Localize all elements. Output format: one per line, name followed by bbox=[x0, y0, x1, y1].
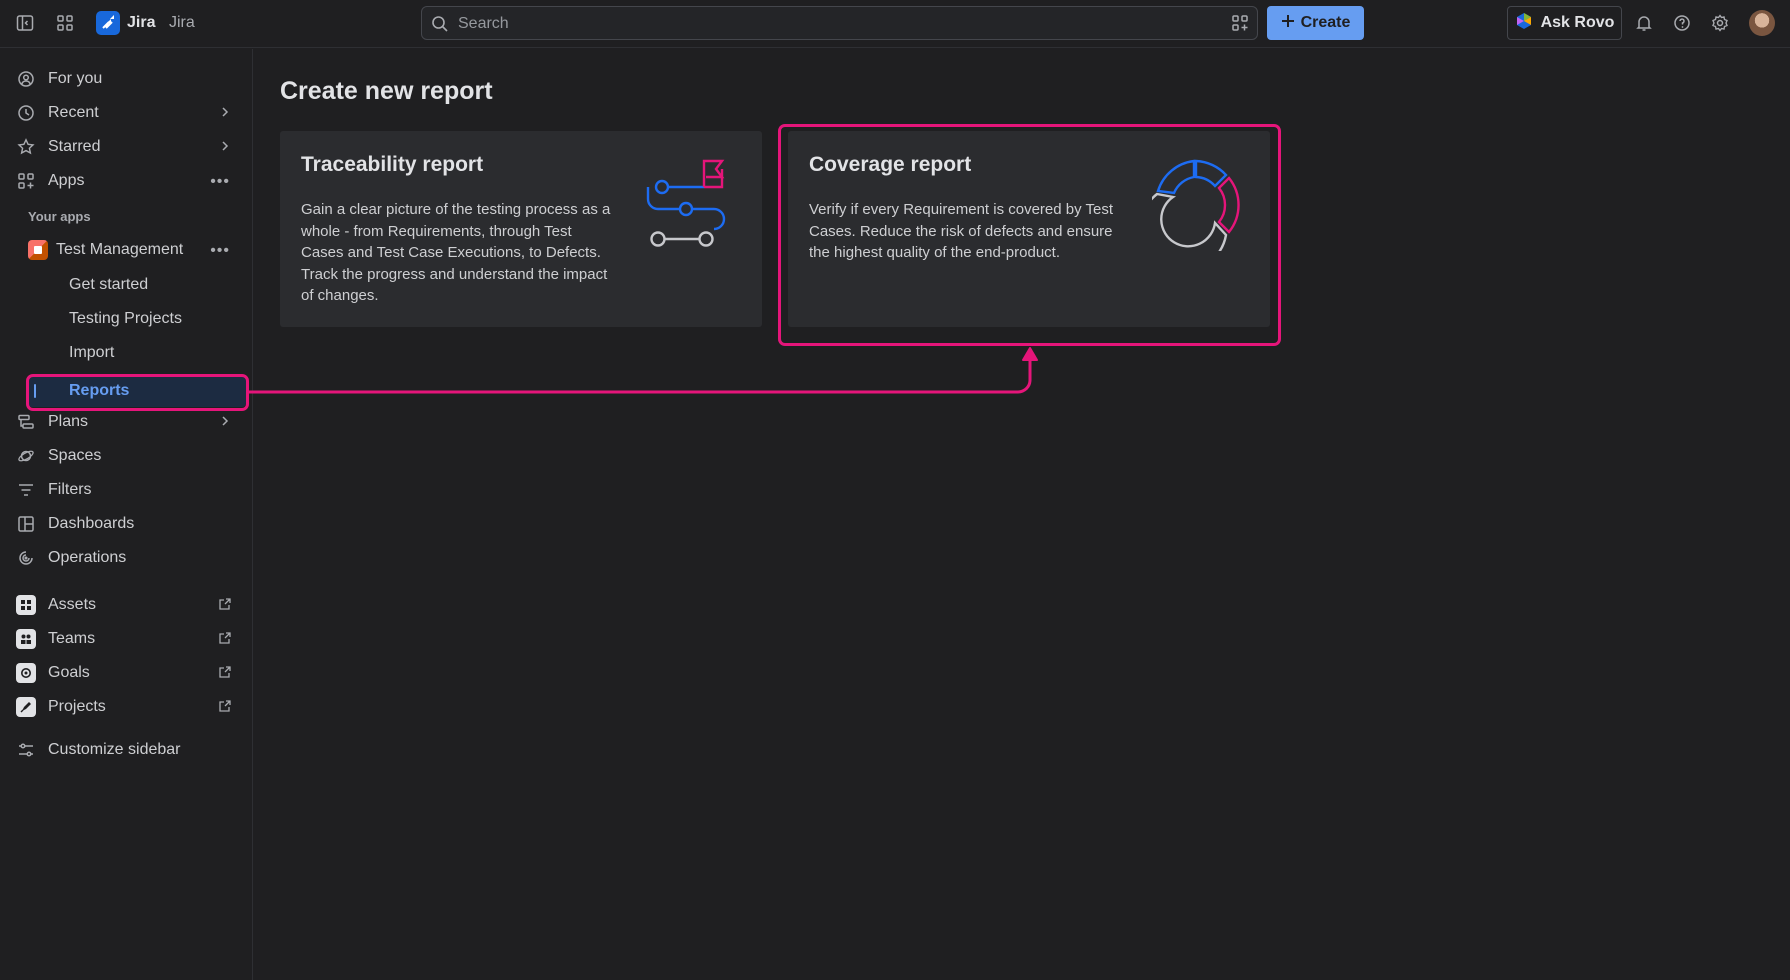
annotation-arrow bbox=[249, 347, 1038, 394]
